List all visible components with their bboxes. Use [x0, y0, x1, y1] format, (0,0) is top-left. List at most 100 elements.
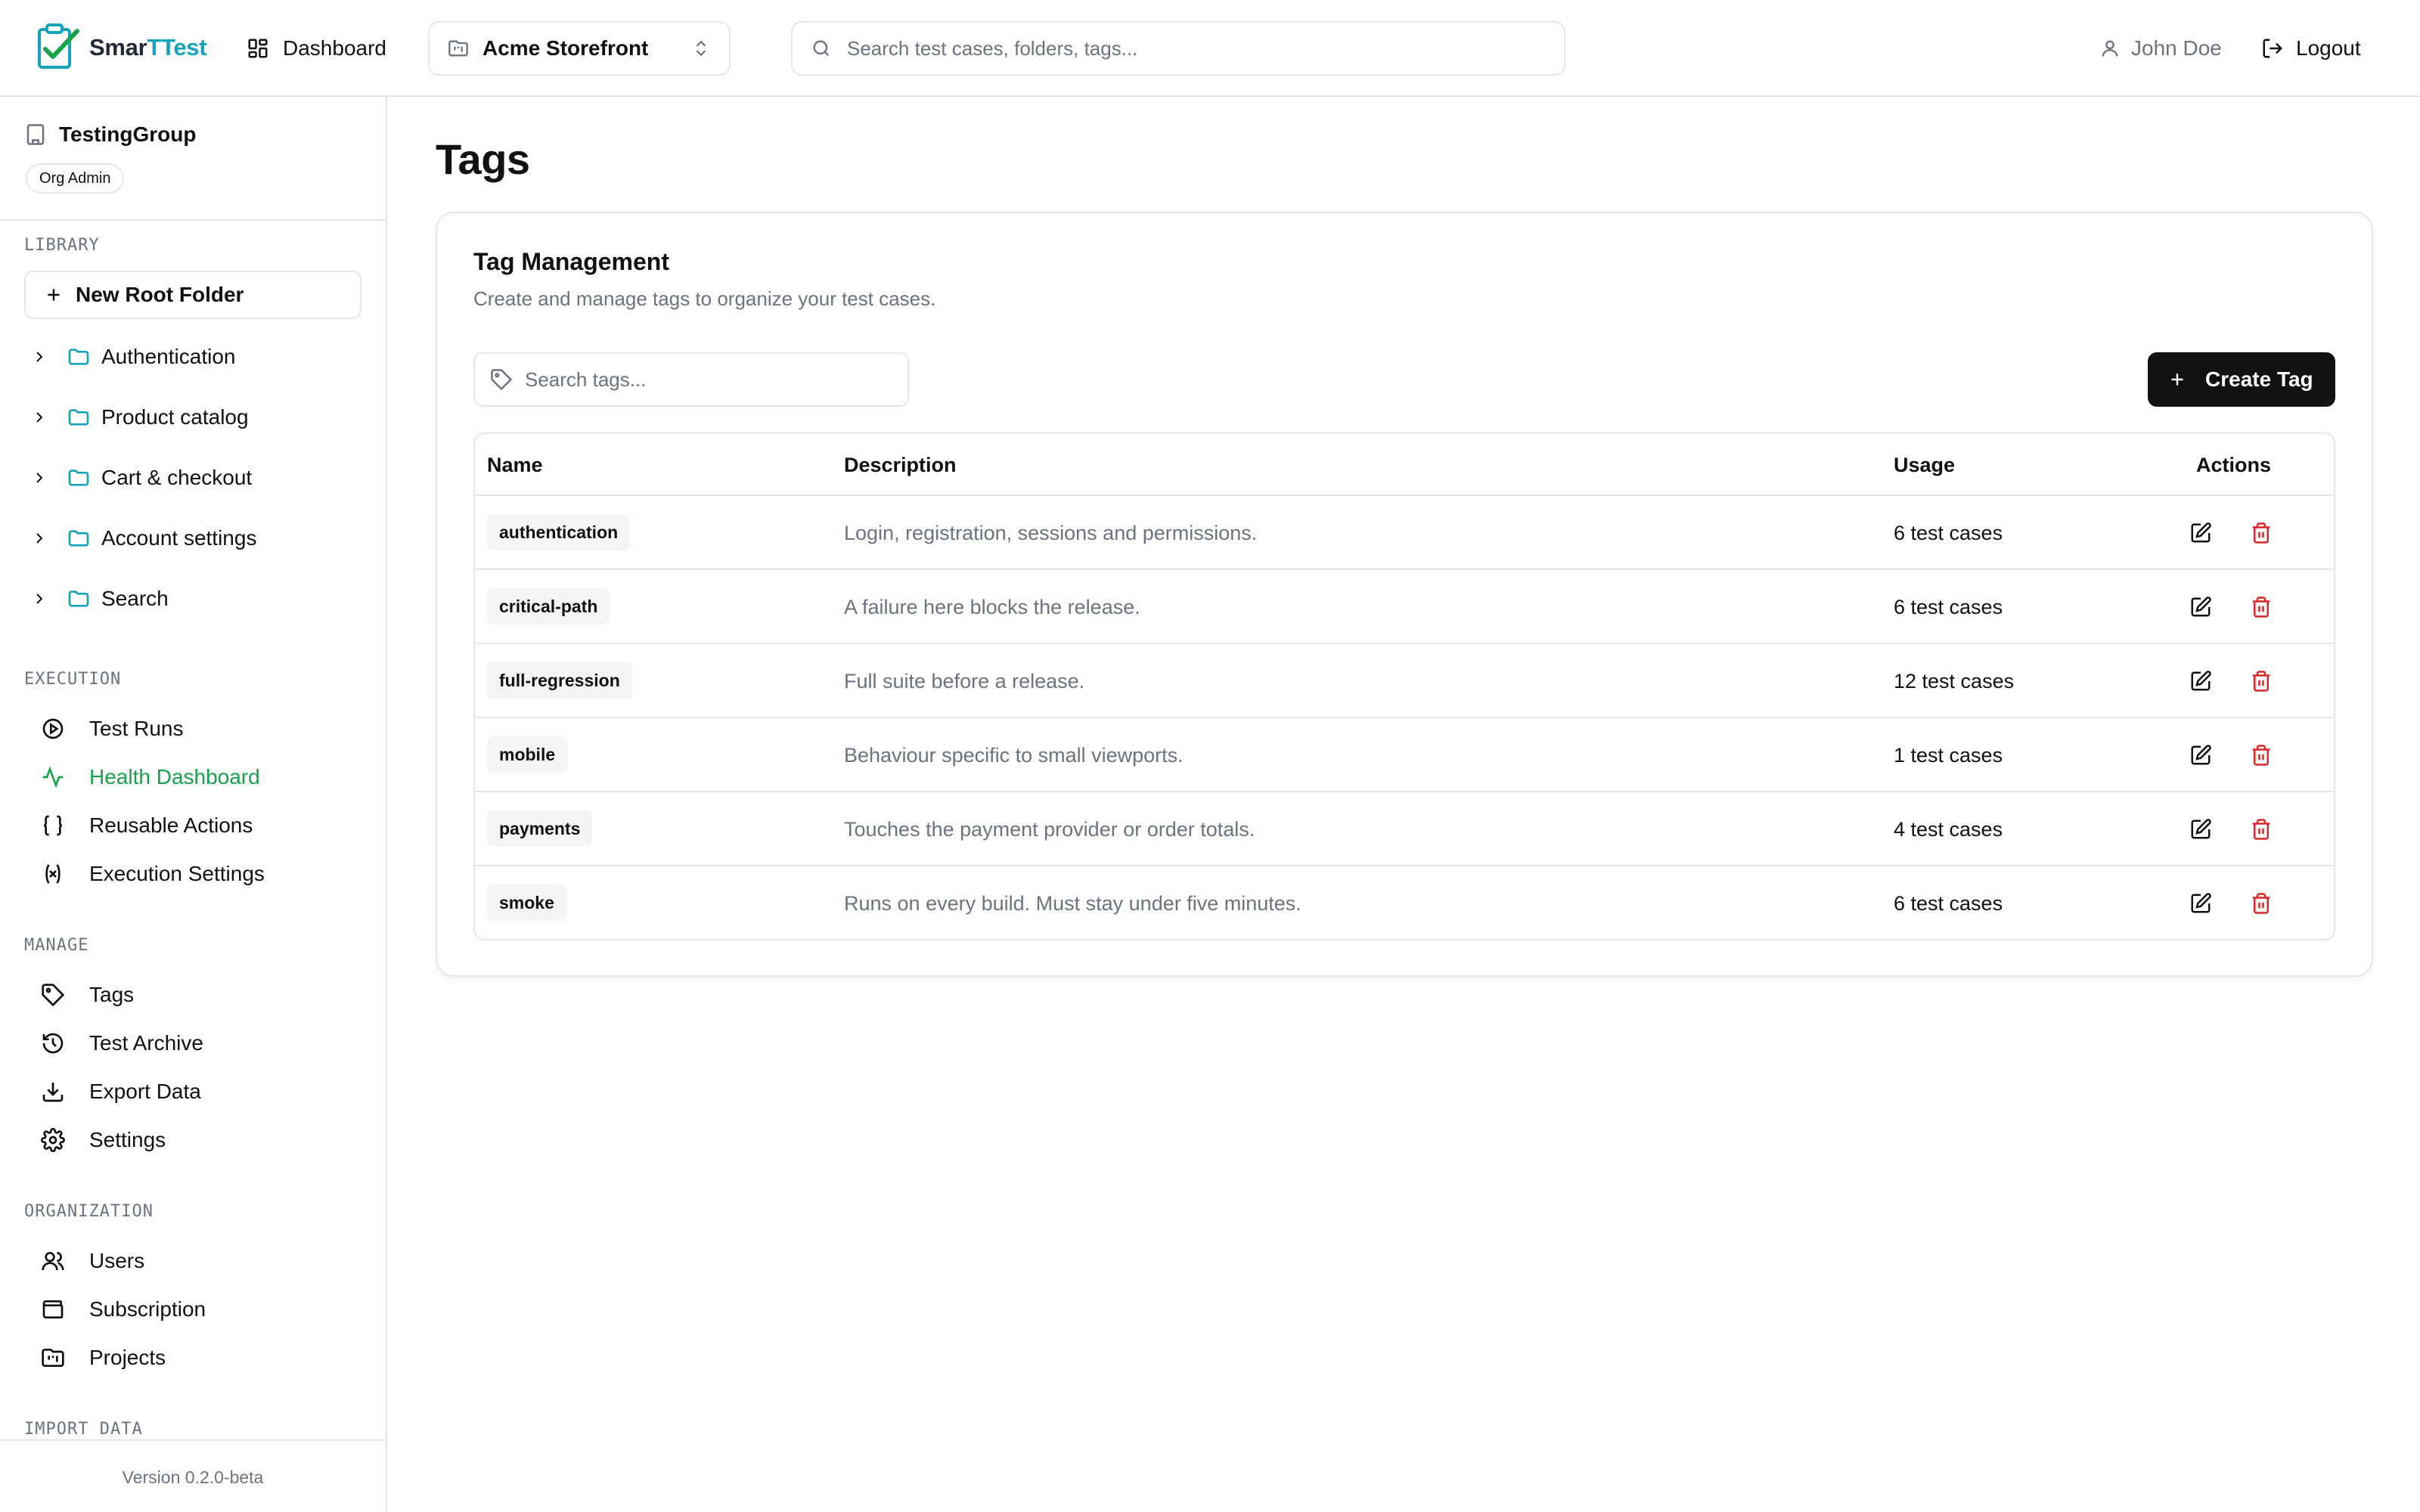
logo-text: SmarTTest — [89, 34, 207, 60]
folder-label: Search — [101, 587, 169, 610]
logout-button[interactable]: Logout — [2261, 30, 2361, 67]
tag-chip: full-regression — [487, 662, 632, 699]
page-title: Tags — [436, 135, 530, 183]
table-header: Name Description Usage Actions — [475, 434, 2334, 496]
activity-icon — [42, 766, 64, 789]
sidebar-item-settings[interactable]: Settings — [41, 1122, 166, 1158]
tag-management-card: Tag Management Create and manage tags to… — [436, 212, 2373, 977]
plus-icon — [2171, 373, 2183, 386]
folder-item-product-catalog[interactable]: Product catalog — [30, 399, 249, 435]
sidebar-item-execution-settings[interactable]: Execution Settings — [41, 856, 265, 892]
tag-icon — [491, 369, 513, 391]
sidebar-item-users[interactable]: Users — [41, 1243, 144, 1279]
column-header-usage[interactable]: Usage — [1894, 434, 1955, 496]
play-circle-icon — [42, 718, 64, 739]
app-logo[interactable]: SmarTTest — [36, 23, 207, 73]
edit-tag-button[interactable] — [2186, 814, 2216, 844]
dashboard-label: Dashboard — [283, 36, 386, 60]
chevron-right-icon[interactable] — [30, 529, 48, 547]
column-header-actions: Actions — [2196, 454, 2272, 476]
sidebar-item-tags[interactable]: Tags — [41, 977, 134, 1013]
project-selector[interactable]: Acme Storefront — [428, 21, 731, 76]
sidebar-item-label: Health Dashboard — [89, 765, 260, 789]
tags-table: Name Description Usage Actions authentic… — [473, 432, 2335, 940]
braces-icon — [43, 815, 63, 836]
building-icon — [26, 124, 45, 145]
sidebar-item-subscription[interactable]: Subscription — [41, 1291, 206, 1328]
edit-icon — [2191, 819, 2211, 839]
sidebar-item-export-data[interactable]: Export Data — [41, 1074, 201, 1110]
sidebar-divider — [0, 219, 386, 221]
global-search[interactable] — [791, 21, 1565, 76]
sidebar-item-reusable-actions[interactable]: Reusable Actions — [41, 807, 253, 844]
chevrons-up-down-icon — [696, 40, 706, 57]
tag-usage: 6 test cases — [1894, 596, 2003, 618]
projects-icon — [42, 1349, 64, 1367]
folder-item-account-settings[interactable]: Account settings — [30, 520, 256, 556]
folder-item-authentication[interactable]: Authentication — [30, 339, 235, 375]
folder-item-search[interactable]: Search — [30, 581, 169, 617]
sidebar-item-label: Users — [89, 1249, 145, 1272]
history-icon — [42, 1033, 64, 1054]
sidebar: TestingGroup Org Admin LIBRARY New Root … — [0, 97, 387, 1512]
top-header: SmarTTest Dashboard Acme Storefront John… — [0, 0, 2420, 97]
edit-tag-button[interactable] — [2186, 592, 2216, 622]
folder-label: Cart & checkout — [101, 466, 253, 489]
logout-label: Logout — [2296, 36, 2361, 60]
delete-tag-button[interactable] — [2246, 888, 2276, 919]
edit-tag-button[interactable] — [2186, 666, 2216, 696]
chevron-right-icon[interactable] — [30, 348, 48, 366]
user-menu[interactable]: John Doe — [2099, 30, 2222, 67]
section-title-manage: MANAGE — [24, 936, 89, 955]
column-header-description[interactable]: Description — [844, 434, 957, 496]
logout-icon — [2263, 39, 2283, 58]
edit-tag-button[interactable] — [2186, 888, 2216, 919]
tag-search-input[interactable] — [525, 367, 892, 392]
folder-kanban-icon — [448, 40, 468, 57]
column-header-name[interactable]: Name — [487, 434, 543, 496]
new-root-folder-button[interactable]: New Root Folder — [24, 271, 361, 319]
sidebar-item-label: Reusable Actions — [89, 813, 253, 837]
sidebar-item-projects[interactable]: Projects — [41, 1340, 166, 1376]
tag-chip: critical-path — [487, 588, 610, 624]
tag-description: Full suite before a release. — [844, 670, 1085, 692]
delete-tag-button[interactable] — [2246, 666, 2276, 696]
sidebar-item-test-runs[interactable]: Test Runs — [41, 711, 184, 747]
edit-tag-button[interactable] — [2186, 740, 2216, 770]
folder-icon — [68, 590, 89, 607]
sidebar-item-label: Export Data — [89, 1080, 201, 1103]
sidebar-item-label: Settings — [89, 1128, 166, 1151]
tag-chip: authentication — [487, 514, 631, 550]
tag-chip: payments — [487, 810, 593, 847]
plus-icon — [48, 289, 60, 301]
global-search-input[interactable] — [847, 36, 1546, 60]
delete-tag-button[interactable] — [2246, 518, 2276, 548]
sidebar-item-health-dashboard[interactable]: Health Dashboard — [41, 759, 260, 795]
card-description: Create and manage tags to organize your … — [473, 287, 936, 310]
delete-tag-button[interactable] — [2246, 592, 2276, 622]
section-title-import-data: IMPORT DATA — [24, 1420, 143, 1439]
org-switcher[interactable]: TestingGroup — [24, 122, 196, 147]
trash-icon — [2252, 745, 2270, 766]
edit-tag-button[interactable] — [2186, 518, 2216, 548]
sidebar-item-label: Test Runs — [89, 717, 184, 740]
app-version: Version 0.2.0-beta — [0, 1439, 386, 1512]
delete-tag-button[interactable] — [2246, 740, 2276, 770]
chevron-right-icon[interactable] — [30, 469, 48, 487]
create-tag-button[interactable]: Create Tag — [2148, 352, 2335, 407]
sidebar-item-test-archive[interactable]: Test Archive — [41, 1025, 203, 1061]
sidebar-item-label: Test Archive — [89, 1031, 203, 1055]
delete-tag-button[interactable] — [2246, 814, 2276, 844]
chevron-right-icon[interactable] — [30, 590, 48, 608]
tag-search[interactable] — [473, 352, 909, 407]
table-row: payments Touches the payment provider or… — [475, 792, 2334, 866]
folder-item-cart-checkout[interactable]: Cart & checkout — [30, 460, 252, 496]
table-row: authentication Login, registration, sess… — [475, 496, 2334, 570]
download-icon — [42, 1083, 64, 1102]
tag-chip: mobile — [487, 736, 568, 773]
chevron-right-icon[interactable] — [30, 408, 48, 426]
edit-icon — [2191, 671, 2211, 691]
sidebar-item-label: Execution Settings — [89, 862, 265, 885]
dashboard-link[interactable]: Dashboard — [247, 30, 386, 67]
gear-icon — [41, 1128, 65, 1152]
